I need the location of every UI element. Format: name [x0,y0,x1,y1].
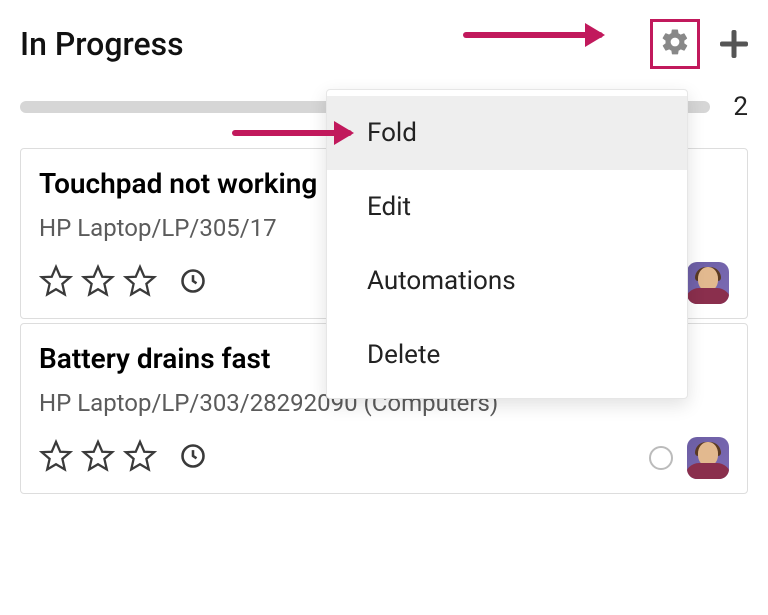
column-settings-button[interactable] [650,19,700,69]
card-footer [39,437,729,479]
column-header: In Progress [20,18,748,70]
status-ring-icon [649,446,673,470]
card-footer-right [687,262,729,304]
star-icon [81,439,115,477]
menu-item-delete[interactable]: Delete [327,318,687,392]
annotation-arrow [232,130,352,136]
priority-stars[interactable] [39,264,207,302]
star-icon [123,439,157,477]
menu-item-edit[interactable]: Edit [327,170,687,244]
menu-item-fold[interactable]: Fold [327,96,687,170]
priority-stars[interactable] [39,439,207,477]
column-count: 2 [728,92,748,122]
column-actions [650,19,748,69]
annotation-arrow [463,32,603,38]
gear-icon [660,27,690,61]
clock-icon [165,442,207,474]
menu-item-automations[interactable]: Automations [327,244,687,318]
column-settings-menu: Fold Edit Automations Delete [326,89,688,399]
star-icon [123,264,157,302]
column-title: In Progress [20,25,184,63]
star-icon [39,264,73,302]
avatar[interactable] [687,437,729,479]
card-footer-right [649,437,729,479]
add-card-button[interactable] [720,30,748,58]
avatar[interactable] [687,262,729,304]
star-icon [39,439,73,477]
clock-icon [165,267,207,299]
star-icon [81,264,115,302]
